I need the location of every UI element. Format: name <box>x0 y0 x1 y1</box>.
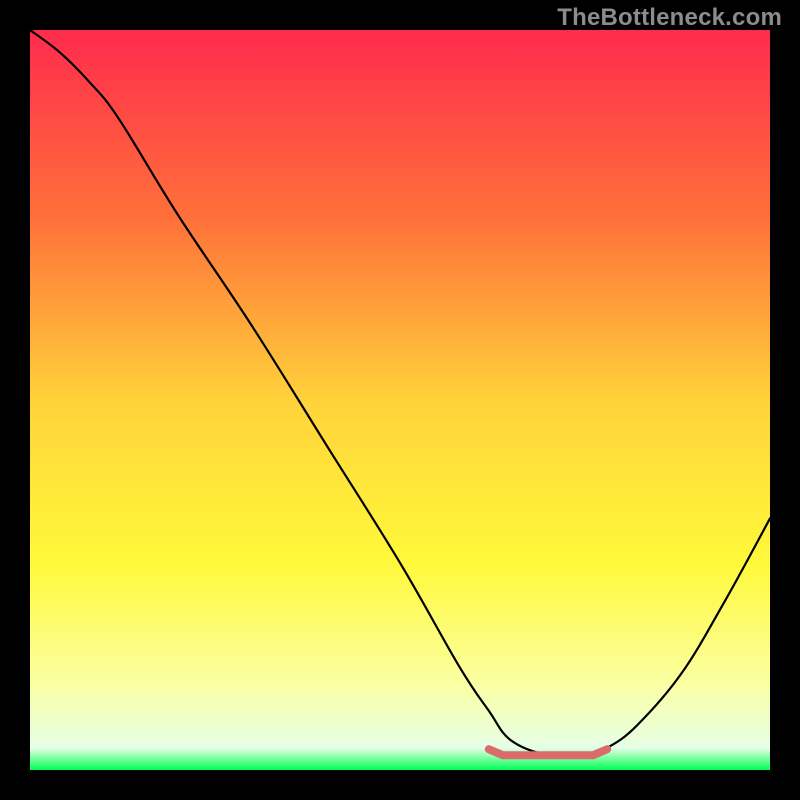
chart-background-gradient <box>30 30 770 770</box>
chart-frame: TheBottleneck.com <box>0 0 800 800</box>
watermark-text: TheBottleneck.com <box>557 4 782 32</box>
bottleneck-chart <box>30 30 770 770</box>
